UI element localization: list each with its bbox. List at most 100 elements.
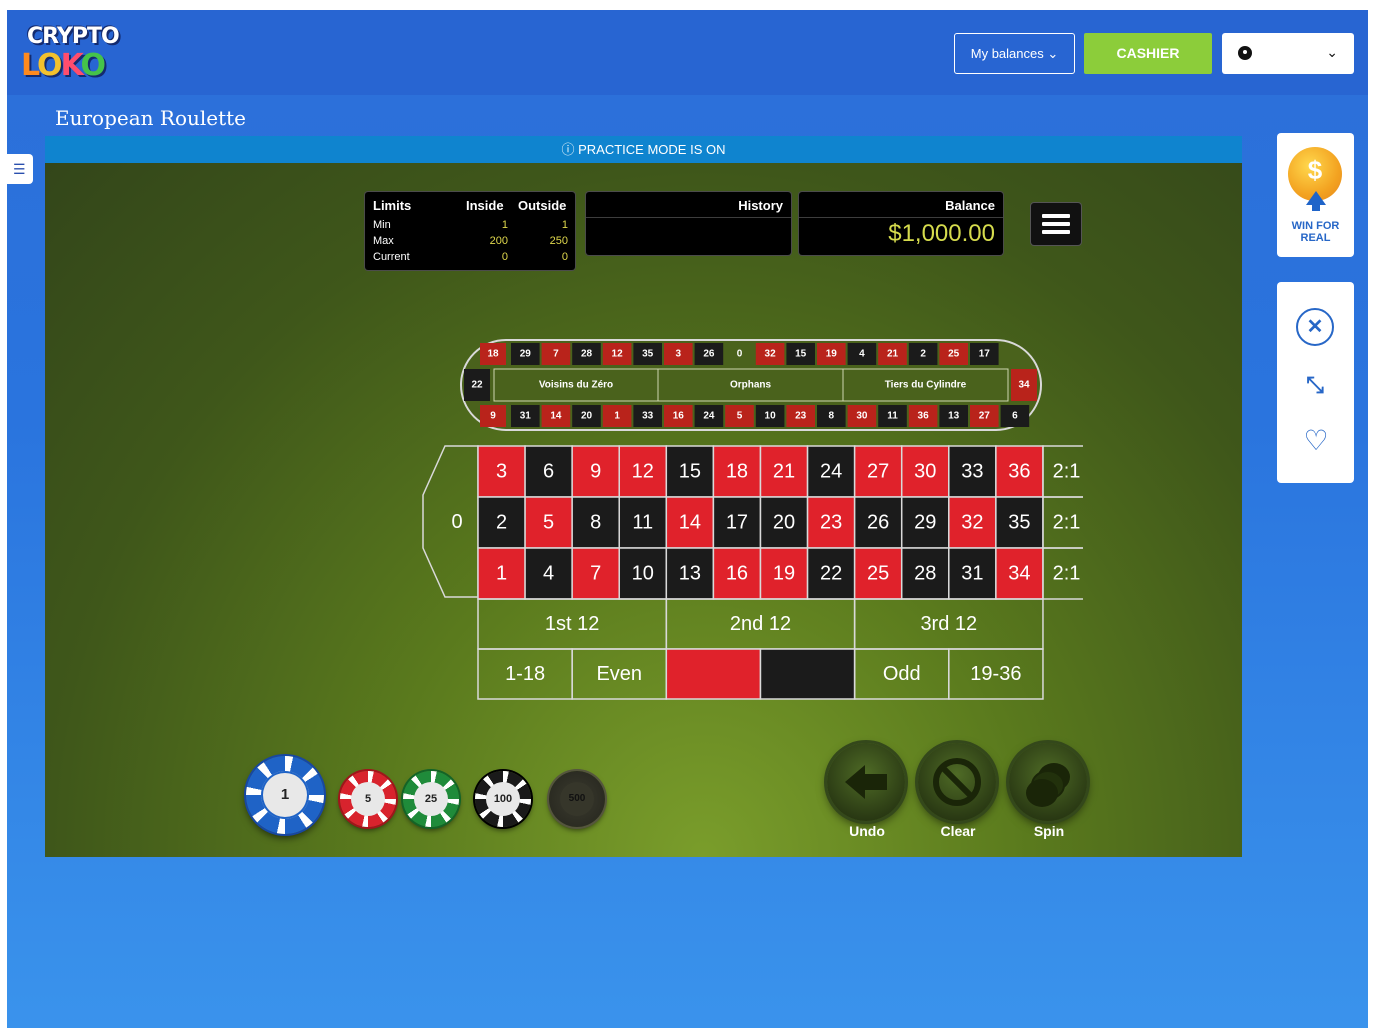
bet-cell-number[interactable]: 1 xyxy=(477,547,526,600)
racetrack-number[interactable]: 2 xyxy=(908,343,938,365)
side-menu-toggle[interactable]: ☰ xyxy=(7,154,33,184)
racetrack-number[interactable]: 3 xyxy=(664,343,693,365)
racetrack-number[interactable]: 23 xyxy=(786,405,815,427)
racetrack-number[interactable]: 0 xyxy=(725,343,754,365)
racetrack-number[interactable]: 22 xyxy=(464,369,490,401)
racetrack-number[interactable]: 14 xyxy=(541,405,571,427)
bet-cell-number[interactable]: 21 xyxy=(759,445,809,498)
racetrack-number[interactable]: 21 xyxy=(878,343,907,365)
racetrack-number[interactable]: 29 xyxy=(511,343,540,365)
racetrack-number[interactable]: 9 xyxy=(480,405,506,427)
racetrack-number[interactable]: 31 xyxy=(511,405,540,427)
chip-500[interactable]: 500 xyxy=(549,771,605,827)
bet-cell-number[interactable]: 34 xyxy=(995,547,1044,600)
game-menu-button[interactable] xyxy=(1031,203,1081,245)
bet-cell-outside[interactable]: 19-36 xyxy=(948,648,1044,700)
bet-cell-dozen[interactable]: 1st 12 xyxy=(477,598,668,650)
betting-board[interactable]: 03 6 9 12 15 18 21 24 27 30 33 362 5 8 11 14 17 20 23 26 29 3… xyxy=(421,445,1083,705)
bet-cell-dozen[interactable]: 3rd 12 xyxy=(853,598,1044,650)
racetrack-number[interactable]: 13 xyxy=(939,405,968,427)
bet-cell-number[interactable]: 4 xyxy=(524,547,573,600)
racetrack-number[interactable]: 16 xyxy=(664,405,693,427)
bet-cell-outside[interactable]: 1-18 xyxy=(477,648,573,700)
bet-cell-column[interactable]: 2:1 xyxy=(1042,547,1083,600)
bet-cell-number[interactable]: 30 xyxy=(900,445,950,498)
racetrack-number[interactable]: 12 xyxy=(602,343,632,365)
bet-cell-number[interactable]: 15 xyxy=(665,445,715,498)
chip-100[interactable]: 100 xyxy=(475,771,531,827)
bet-cell-number[interactable]: 13 xyxy=(665,547,715,600)
bet-cell-number[interactable]: 11 xyxy=(618,496,668,549)
racetrack[interactable]: 18 29 7 28 12 35 3 26 0 32 15 19 4 21 2 25 179 31 14 20 1 33 1… xyxy=(460,339,1042,431)
bet-cell-number[interactable]: 28 xyxy=(900,547,950,600)
bet-cell-number[interactable]: 35 xyxy=(995,496,1044,549)
racetrack-number[interactable]: 36 xyxy=(908,405,938,427)
bet-cell-number[interactable]: 26 xyxy=(853,496,903,549)
bet-cell-column[interactable]: 2:1 xyxy=(1042,445,1083,498)
racetrack-number[interactable]: 33 xyxy=(633,405,662,427)
bet-cell-dozen[interactable]: 2nd 12 xyxy=(665,598,856,650)
racetrack-number[interactable]: 32 xyxy=(755,343,785,365)
racetrack-number[interactable]: 25 xyxy=(939,343,968,365)
racetrack-number[interactable]: 8 xyxy=(817,405,846,427)
bet-cell-zero[interactable]: 0 xyxy=(422,445,479,598)
racetrack-number[interactable]: 4 xyxy=(847,343,877,365)
bet-cell-number[interactable]: 29 xyxy=(900,496,950,549)
racetrack-number[interactable]: 5 xyxy=(725,405,754,427)
bet-cell-number[interactable]: 12 xyxy=(618,445,668,498)
racetrack-number[interactable]: 11 xyxy=(878,405,907,427)
racetrack-number[interactable]: 28 xyxy=(572,343,601,365)
bet-cell-number[interactable]: 5 xyxy=(524,496,573,549)
chip-5[interactable]: 5 xyxy=(340,771,396,827)
racetrack-number[interactable]: 1 xyxy=(602,405,632,427)
bet-cell-number[interactable]: 33 xyxy=(948,445,997,498)
racetrack-number[interactable]: 6 xyxy=(1000,405,1030,427)
bet-cell-number[interactable]: 10 xyxy=(618,547,668,600)
bet-cell-number[interactable]: 19 xyxy=(759,547,809,600)
bet-cell-number[interactable]: 25 xyxy=(853,547,903,600)
bet-cell-outside[interactable]: Odd xyxy=(853,648,950,700)
bet-cell-black[interactable] xyxy=(759,648,856,700)
bet-cell-number[interactable]: 2 xyxy=(477,496,526,549)
racetrack-number[interactable]: 7 xyxy=(541,343,571,365)
bet-cell-number[interactable]: 27 xyxy=(853,445,903,498)
racetrack-number[interactable]: 20 xyxy=(572,405,601,427)
bet-cell-number[interactable]: 32 xyxy=(948,496,997,549)
close-icon[interactable]: ✕ xyxy=(1296,308,1334,346)
racetrack-number[interactable]: 27 xyxy=(970,405,999,427)
account-dropdown[interactable]: ⌄ xyxy=(1222,33,1354,74)
bet-cell-number[interactable]: 16 xyxy=(712,547,762,600)
bet-cell-number[interactable]: 23 xyxy=(806,496,856,549)
racetrack-number[interactable]: 35 xyxy=(633,343,662,365)
chip-1[interactable]: 1 xyxy=(246,756,324,834)
bet-cell-number[interactable]: 6 xyxy=(524,445,573,498)
bet-cell-number[interactable]: 24 xyxy=(806,445,856,498)
racetrack-number[interactable]: 24 xyxy=(694,405,724,427)
crypto-loko-logo[interactable]: CRYPTO LOKO xyxy=(19,24,120,83)
bet-cell-number[interactable]: 14 xyxy=(665,496,715,549)
bet-cell-number[interactable]: 9 xyxy=(571,445,620,498)
cashier-button[interactable]: CASHIER xyxy=(1084,33,1212,74)
bet-cell-number[interactable]: 3 xyxy=(477,445,526,498)
racetrack-number[interactable]: 17 xyxy=(970,343,999,365)
bet-cell-number[interactable]: 18 xyxy=(712,445,762,498)
fullscreen-icon[interactable]: ⤡ xyxy=(1301,371,1329,399)
racetrack-number[interactable]: 10 xyxy=(755,405,785,427)
racetrack-number[interactable]: 30 xyxy=(847,405,877,427)
my-balances-button[interactable]: My balances ⌄ xyxy=(954,33,1075,74)
bet-cell-number[interactable]: 7 xyxy=(571,547,620,600)
heart-icon[interactable]: ♡ xyxy=(1299,424,1333,458)
win-for-real-button[interactable]: $ WIN FOR REAL xyxy=(1277,133,1354,257)
bet-cell-column[interactable]: 2:1 xyxy=(1042,496,1083,549)
bet-cell-number[interactable]: 20 xyxy=(759,496,809,549)
racetrack-number[interactable]: 26 xyxy=(694,343,724,365)
racetrack-number[interactable]: 34 xyxy=(1011,369,1037,401)
bet-cell-red[interactable] xyxy=(665,648,762,700)
racetrack-number[interactable]: 18 xyxy=(480,343,506,365)
bet-cell-outside[interactable]: Even xyxy=(571,648,668,700)
racetrack-number[interactable]: 15 xyxy=(786,343,815,365)
bet-cell-number[interactable]: 36 xyxy=(995,445,1044,498)
bet-cell-number[interactable]: 22 xyxy=(806,547,856,600)
bet-cell-number[interactable]: 31 xyxy=(948,547,997,600)
bet-cell-number[interactable]: 8 xyxy=(571,496,620,549)
